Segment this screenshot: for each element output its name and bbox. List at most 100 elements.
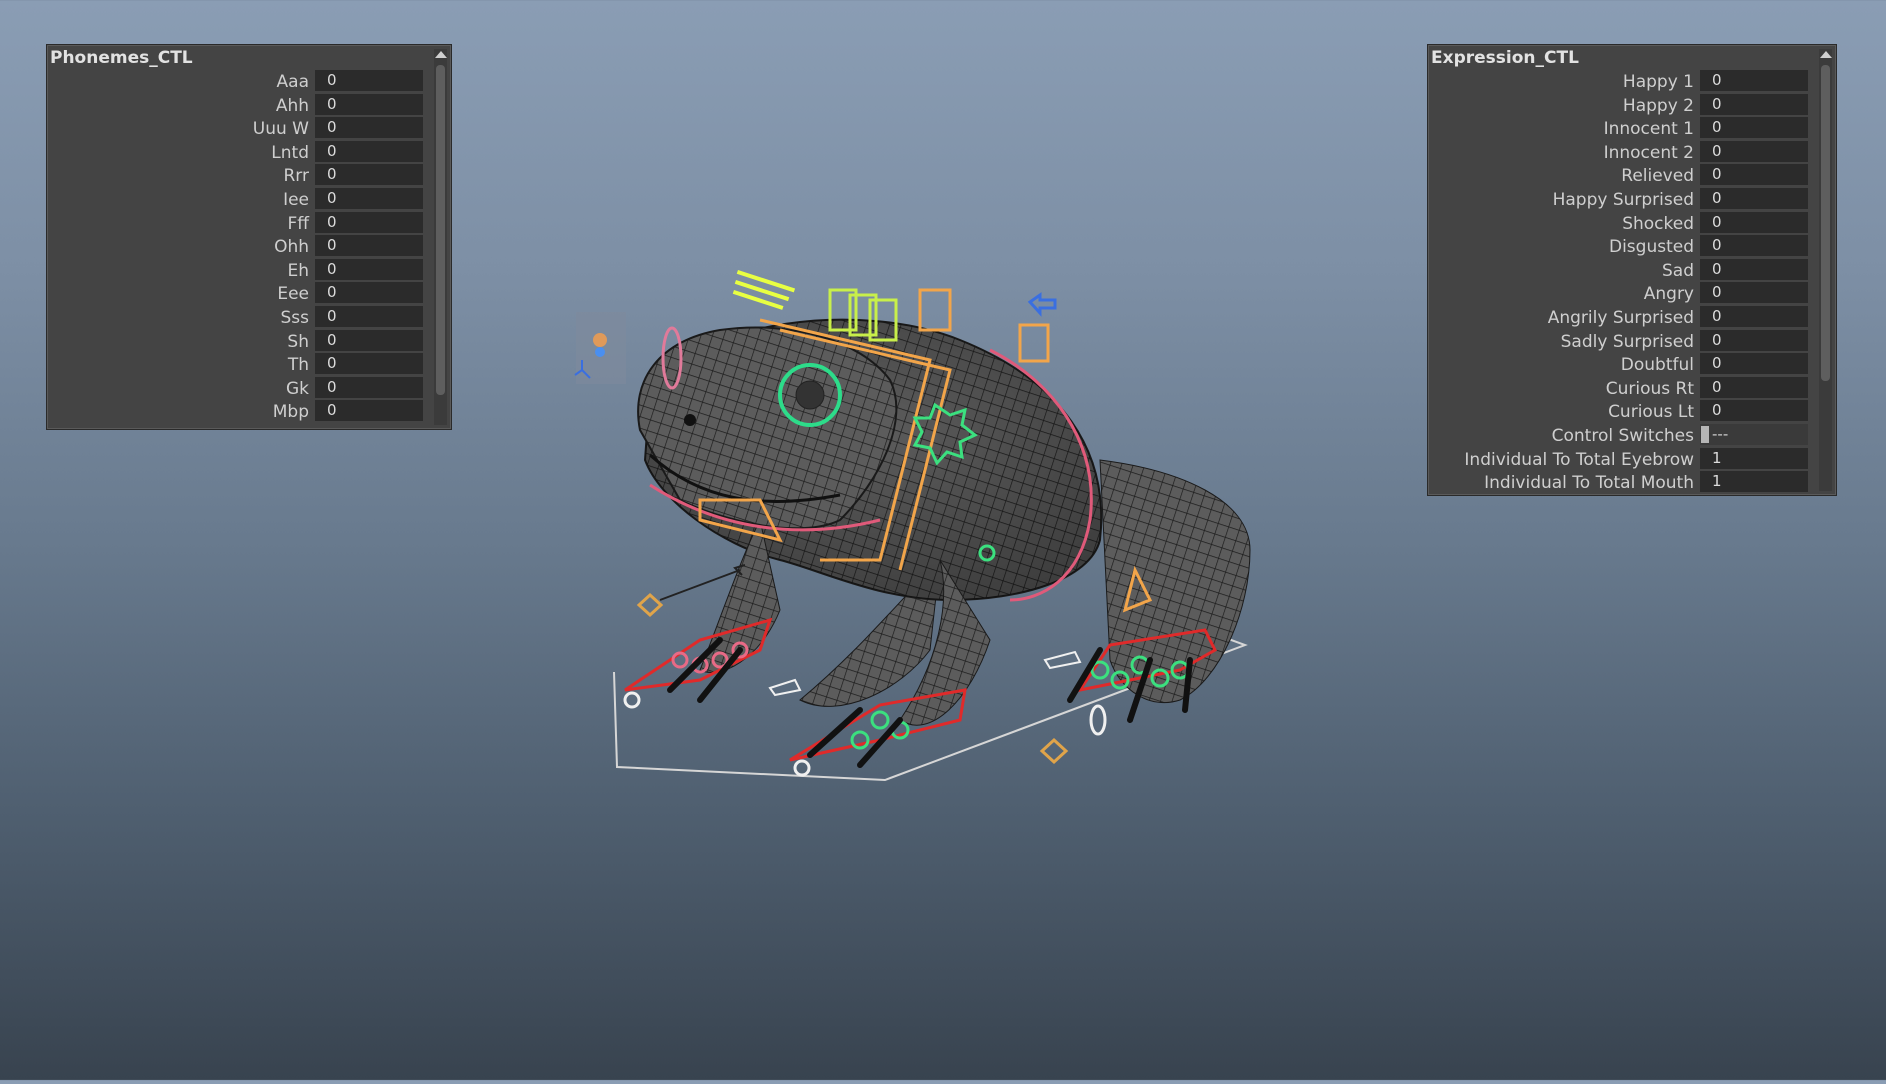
channel-row[interactable]: Control Switches ---	[1428, 423, 1816, 447]
channel-row[interactable]: Happy Surprised 0	[1428, 187, 1816, 211]
channel-row[interactable]: Sadly Surprised 0	[1428, 329, 1816, 353]
channel-row[interactable]: Angry 0	[1428, 281, 1816, 305]
channel-label[interactable]: Curious Rt	[1606, 379, 1694, 399]
channel-label[interactable]: Control Switches	[1552, 426, 1694, 446]
channel-row[interactable]: Lntd 0	[47, 140, 431, 164]
channel-value-field[interactable]: 0	[315, 164, 423, 186]
channel-label[interactable]: Individual To Total Mouth	[1484, 473, 1694, 493]
channel-row[interactable]: Happy 1 0	[1428, 69, 1816, 93]
channel-label[interactable]: Happy 1	[1623, 72, 1694, 92]
channel-value-field[interactable]: 0	[315, 117, 423, 139]
channel-label[interactable]: Innocent 1	[1604, 119, 1694, 139]
channel-value-field[interactable]: 0	[315, 353, 423, 375]
channel-label[interactable]: Ahh	[276, 96, 309, 116]
channel-label[interactable]: Ohh	[274, 237, 309, 257]
channel-label[interactable]: Eh	[287, 261, 309, 281]
channel-row[interactable]: Eee 0	[47, 281, 431, 305]
channel-value-field[interactable]: 0	[1700, 400, 1808, 422]
channel-row[interactable]: Doubtful 0	[1428, 352, 1816, 376]
channel-label[interactable]: Th	[288, 355, 309, 375]
channel-value-field[interactable]: 0	[1700, 140, 1808, 162]
channel-label[interactable]: Fff	[288, 214, 310, 234]
channel-row[interactable]: Individual To Total Eyebrow 1	[1428, 447, 1816, 471]
channel-row[interactable]: Angrily Surprised 0	[1428, 305, 1816, 329]
channel-row[interactable]: Mbp 0	[47, 399, 431, 423]
channel-label[interactable]: Happy 2	[1623, 96, 1694, 116]
channel-row[interactable]: Curious Lt 0	[1428, 399, 1816, 423]
channel-label[interactable]: Sh	[287, 332, 309, 352]
channel-label[interactable]: Uuu W	[253, 119, 309, 139]
channel-value-field[interactable]: 0	[1700, 164, 1808, 186]
channel-row[interactable]: Fff 0	[47, 211, 431, 235]
channel-value-field[interactable]: 0	[1700, 282, 1808, 304]
scroll-thumb[interactable]	[1821, 65, 1830, 381]
channel-value-field[interactable]: 0	[1700, 93, 1808, 115]
channel-label[interactable]: Angrily Surprised	[1548, 308, 1694, 328]
scroll-up-arrow-icon[interactable]	[435, 51, 447, 58]
channel-value-field[interactable]: 0	[315, 93, 423, 115]
channel-row[interactable]: Disgusted 0	[1428, 234, 1816, 258]
channel-row[interactable]: Sh 0	[47, 329, 431, 353]
channel-value-field[interactable]: 0	[315, 140, 423, 162]
channel-row[interactable]: Individual To Total Mouth 1	[1428, 470, 1816, 494]
channel-label[interactable]: Innocent 2	[1604, 143, 1694, 163]
channel-label[interactable]: Angry	[1644, 284, 1694, 304]
channel-row[interactable]: Innocent 2 0	[1428, 140, 1816, 164]
scroll-up-arrow-icon[interactable]	[1820, 51, 1832, 58]
channel-row[interactable]: Aaa 0	[47, 69, 431, 93]
channel-label[interactable]: Curious Lt	[1608, 402, 1694, 422]
channel-value-field[interactable]: 0	[315, 282, 423, 304]
channel-value-field[interactable]: ---	[1700, 423, 1808, 445]
channel-row[interactable]: Iee 0	[47, 187, 431, 211]
channel-row[interactable]: Curious Rt 0	[1428, 376, 1816, 400]
channel-label[interactable]: Individual To Total Eyebrow	[1464, 450, 1694, 470]
channel-row[interactable]: Relieved 0	[1428, 163, 1816, 187]
channel-value-field[interactable]: 0	[315, 187, 423, 209]
channel-value-field[interactable]: 1	[1700, 447, 1808, 469]
channel-label[interactable]: Gk	[286, 379, 309, 399]
expression-scrollbar[interactable]	[1819, 49, 1832, 491]
channel-value-field[interactable]: 0	[1700, 258, 1808, 280]
channel-row[interactable]: Sad 0	[1428, 258, 1816, 282]
channel-row[interactable]: Ohh 0	[47, 234, 431, 258]
channel-value-field[interactable]: 0	[1700, 211, 1808, 233]
channel-value-field[interactable]: 0	[1700, 353, 1808, 375]
channel-row[interactable]: Eh 0	[47, 258, 431, 282]
channel-label[interactable]: Disgusted	[1609, 237, 1694, 257]
channel-label[interactable]: Shocked	[1622, 214, 1694, 234]
channel-value-field[interactable]: 0	[1700, 376, 1808, 398]
channel-row[interactable]: Gk 0	[47, 376, 431, 400]
channel-value-field[interactable]: 0	[315, 400, 423, 422]
channel-label[interactable]: Rrr	[284, 166, 310, 186]
channel-label[interactable]: Happy Surprised	[1553, 190, 1694, 210]
channel-label[interactable]: Sss	[280, 308, 309, 328]
channel-value-field[interactable]: 0	[1700, 187, 1808, 209]
channel-row[interactable]: Uuu W 0	[47, 116, 431, 140]
channel-label[interactable]: Relieved	[1621, 166, 1694, 186]
channel-value-field[interactable]: 0	[315, 70, 423, 91]
channel-value-field[interactable]: 1	[1700, 471, 1808, 493]
phonemes-scrollbar[interactable]	[434, 49, 447, 425]
channel-value-field[interactable]: 0	[1700, 235, 1808, 257]
scroll-thumb[interactable]	[436, 65, 445, 395]
channel-label[interactable]: Sad	[1662, 261, 1694, 281]
channel-value-field[interactable]: 0	[315, 376, 423, 398]
channel-value-field[interactable]: 0	[315, 258, 423, 280]
channel-label[interactable]: Lntd	[271, 143, 309, 163]
channel-value-field[interactable]: 0	[315, 305, 423, 327]
channel-row[interactable]: Rrr 0	[47, 163, 431, 187]
channel-row[interactable]: Sss 0	[47, 305, 431, 329]
channel-value-field[interactable]: 0	[315, 235, 423, 257]
channel-value-field[interactable]: 0	[1700, 305, 1808, 327]
channel-label[interactable]: Eee	[277, 284, 309, 304]
channel-row[interactable]: Th 0	[47, 352, 431, 376]
channel-label[interactable]: Iee	[283, 190, 309, 210]
channel-label[interactable]: Mbp	[273, 402, 309, 422]
channel-row[interactable]: Innocent 1 0	[1428, 116, 1816, 140]
channel-value-field[interactable]: 0	[315, 329, 423, 351]
channel-value-field[interactable]: 0	[1700, 117, 1808, 139]
channel-value-field[interactable]: 0	[315, 211, 423, 233]
channel-value-field[interactable]: 0	[1700, 70, 1808, 91]
channel-value-field[interactable]: 0	[1700, 329, 1808, 351]
channel-row[interactable]: Shocked 0	[1428, 211, 1816, 235]
